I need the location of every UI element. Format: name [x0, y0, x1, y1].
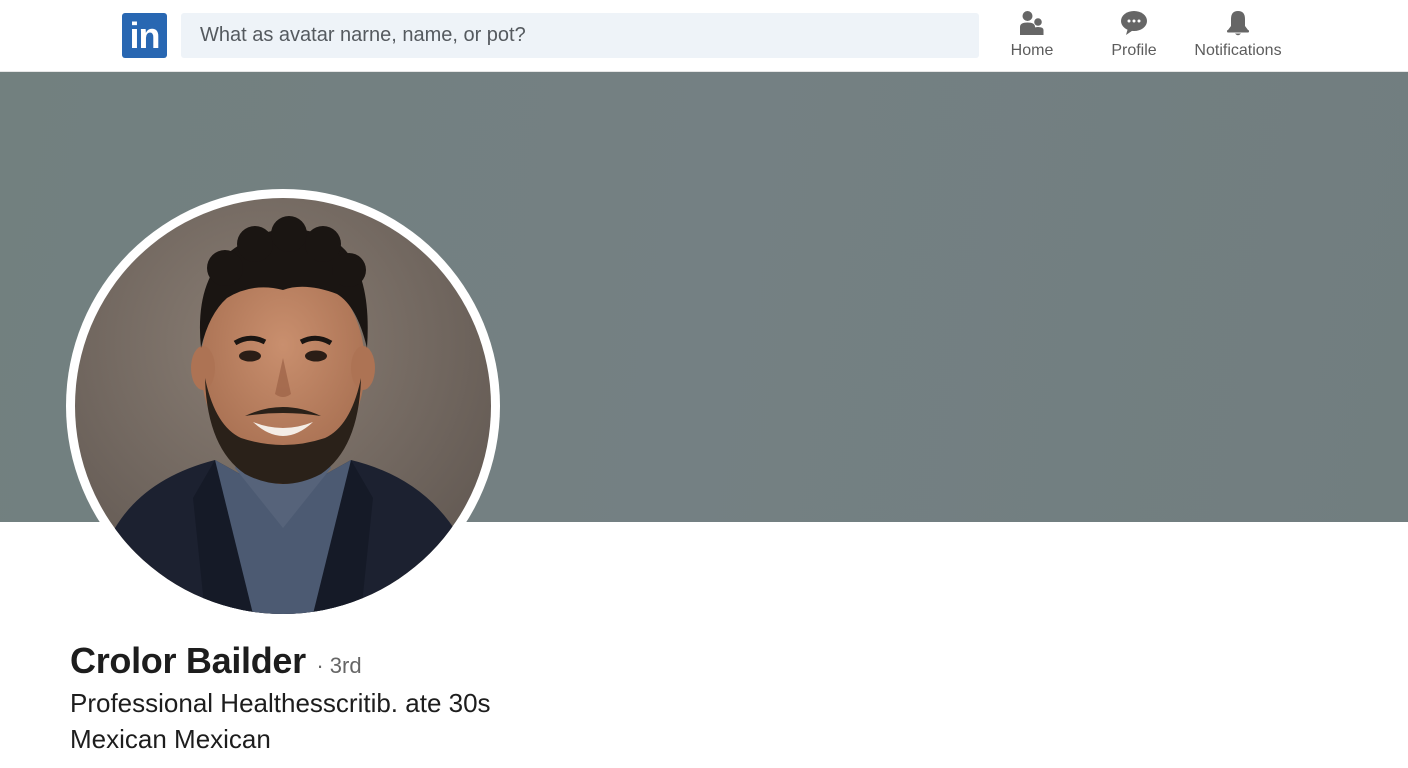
nav-home[interactable]: Home — [1003, 8, 1061, 68]
profile-photo — [75, 198, 491, 614]
nav-profile-label: Profile — [1111, 42, 1157, 59]
profile-avatar[interactable] — [66, 189, 500, 623]
search-input[interactable] — [181, 13, 979, 58]
nav-home-label: Home — [1010, 42, 1054, 59]
top-nav-bar: in Home Profile — [0, 0, 1408, 72]
nav-notifications[interactable]: Notifications — [1186, 8, 1290, 68]
profile-location: Mexican Mexican — [70, 724, 271, 754]
profile-headline: Professional Healthesscritib. ate 30s — [70, 688, 491, 718]
logo-icon[interactable]: in — [122, 13, 167, 58]
chat-bubble-icon — [1121, 11, 1147, 35]
profile-name-row: Crolor Bailder · 3rd — [70, 640, 362, 682]
profile-name: Crolor Bailder — [70, 640, 306, 681]
bell-icon — [1227, 11, 1249, 36]
profile-page: in Home Profile — [0, 0, 1408, 768]
connection-degree: · 3rd — [316, 653, 362, 678]
nav-profile[interactable]: Profile — [1104, 8, 1164, 68]
nav-notifications-label: Notifications — [1194, 42, 1282, 59]
people-icon — [1020, 11, 1044, 35]
search-bar[interactable] — [181, 13, 979, 58]
